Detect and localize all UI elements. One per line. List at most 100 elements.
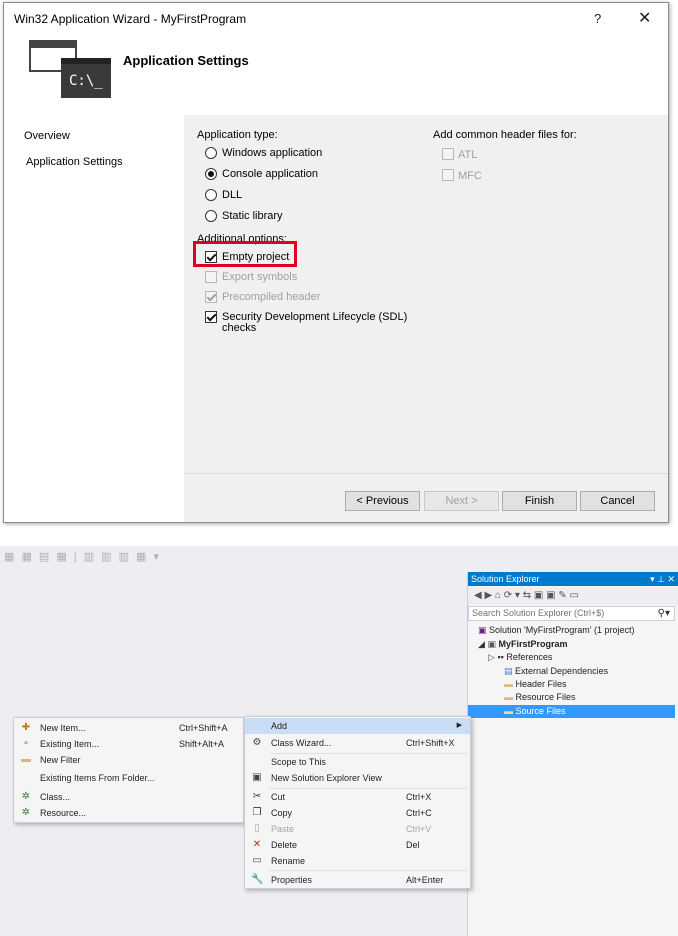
menu-item-add-label: Add: [271, 721, 288, 731]
menu-item-scope-to-this[interactable]: Scope to This: [245, 754, 470, 770]
tree-selection: [468, 705, 675, 718]
checkbox-sdl-checks[interactable]: [205, 311, 217, 323]
pane-controls-icon[interactable]: ▾ ⊥ ✕: [650, 572, 675, 586]
delete-icon: ✕: [252, 839, 262, 850]
nav-item-application-settings[interactable]: Application Settings: [26, 156, 123, 168]
class-wizard-icon: ⚙: [252, 737, 262, 748]
help-icon[interactable]: ?: [594, 11, 601, 26]
solution-search-input[interactable]: Search Solution Explorer (Ctrl+$) ⚲▾: [468, 606, 675, 621]
menu-item-class-wizard-label: Class Wizard...: [271, 738, 332, 748]
menu-item-existing-item[interactable]: ▫ Existing Item... Shift+Alt+A: [14, 736, 243, 752]
finish-button[interactable]: Finish: [502, 491, 577, 511]
app-type-label: Application type:: [197, 129, 278, 141]
dependencies-icon: ▤: [504, 666, 513, 676]
menu-item-properties[interactable]: 🔧 Properties Alt+Enter: [245, 872, 470, 888]
menu-item-properties-label: Properties: [271, 875, 313, 885]
menu-item-new-item[interactable]: ✚ New Item... Ctrl+Shift+A: [14, 720, 243, 736]
menu-item-delete[interactable]: ✕ Delete Del: [245, 837, 470, 853]
existing-item-icon: ▫: [24, 738, 28, 749]
menu-item-new-filter[interactable]: ▬ New Filter: [14, 752, 243, 768]
menu-item-paste-label: Paste: [271, 824, 295, 834]
solution-explorer-toolbar[interactable]: ◀ ▶ ⌂ ⟳ ▾ ⇆ ▣ ▣ ✎ ▭: [468, 587, 678, 605]
menu-item-scope-to-this-label: Scope to This: [271, 757, 326, 767]
radio-dll-label[interactable]: DLL: [222, 189, 242, 201]
menu-item-paste: ▯ Paste Ctrl+V: [245, 821, 470, 837]
menu-item-rename[interactable]: ▭ Rename: [245, 853, 470, 869]
tree-item-project[interactable]: ◢ ▣ MyFirstProgram: [478, 639, 568, 650]
menu-item-rename-label: Rename: [271, 856, 306, 866]
nav-item-overview[interactable]: Overview: [24, 130, 70, 142]
menu-item-cut-shortcut: Ctrl+X: [406, 792, 432, 802]
filter-folder-icon: ▬: [21, 754, 31, 765]
footer-divider: [184, 473, 668, 474]
page-title: Application Settings: [123, 53, 249, 68]
radio-windows-application-label[interactable]: Windows application: [222, 147, 322, 159]
close-icon[interactable]: ✕: [638, 8, 651, 28]
tree-item-references-label: References: [506, 652, 553, 662]
tree-item-project-label: MyFirstProgram: [498, 639, 568, 649]
menu-item-new-solution-explorer-view[interactable]: ▣ New Solution Explorer View: [245, 770, 470, 786]
checkbox-atl-label: ATL: [458, 149, 478, 161]
menu-item-cut-label: Cut: [271, 792, 286, 802]
menu-item-resource[interactable]: ✲ Resource...: [14, 805, 243, 821]
next-button: Next >: [424, 491, 499, 511]
menu-item-copy[interactable]: ❐ Copy Ctrl+C: [245, 805, 470, 821]
radio-static-library[interactable]: [205, 210, 217, 222]
expanded-arrow-icon[interactable]: ◢: [478, 639, 485, 649]
tree-item-header-files[interactable]: ▬ Header Files: [504, 679, 567, 689]
radio-static-library-label[interactable]: Static library: [222, 210, 283, 222]
references-icon: ▪▪: [497, 652, 504, 662]
solution-explorer: Solution Explorer ▾ ⊥ ✕ ◀ ▶ ⌂ ⟳ ▾ ⇆ ▣ ▣ …: [467, 572, 678, 936]
search-icon[interactable]: ⚲▾: [658, 607, 670, 620]
checkbox-export-symbols-label: Export symbols: [222, 271, 298, 283]
checkbox-sdl-checks-label-line2[interactable]: checks: [222, 322, 256, 334]
cancel-button[interactable]: Cancel: [580, 491, 655, 511]
tree-item-references[interactable]: ▷ ▪▪ References: [488, 652, 552, 663]
collapsed-arrow-icon[interactable]: ▷: [488, 652, 495, 662]
tree-item-external-dependencies[interactable]: ▤ External Dependencies: [504, 666, 608, 677]
wizard-dialog: Win32 Application Wizard - MyFirstProgra…: [3, 2, 669, 523]
menu-item-new-filter-label: New Filter: [40, 755, 81, 765]
tree-item-solution[interactable]: ▣ Solution 'MyFirstProgram' (1 project): [478, 625, 635, 636]
tree-item-solution-label: Solution 'MyFirstProgram' (1 project): [489, 625, 635, 635]
menu-item-class-wizard[interactable]: ⚙ Class Wizard... Ctrl+Shift+X: [245, 735, 470, 751]
menu-item-new-item-label: New Item...: [40, 723, 86, 733]
radio-dll[interactable]: [205, 189, 217, 201]
menu-item-paste-shortcut: Ctrl+V: [406, 824, 432, 834]
console-prompt-text: C:\_: [69, 73, 103, 89]
previous-button[interactable]: < Previous: [345, 491, 420, 511]
menu-item-add[interactable]: Add ▶: [245, 718, 470, 734]
folder-icon: ▬: [504, 692, 513, 702]
menu-item-cut[interactable]: ✂ Cut Ctrl+X: [245, 789, 470, 805]
dialog-title: Win32 Application Wizard - MyFirstProgra…: [14, 12, 247, 26]
checkbox-mfc: [442, 169, 454, 181]
checkbox-mfc-label: MFC: [458, 170, 482, 182]
menu-item-class[interactable]: ✲ Class...: [14, 789, 243, 805]
radio-console-application[interactable]: [205, 168, 217, 180]
menu-item-existing-items-from-folder[interactable]: Existing Items From Folder...: [14, 770, 243, 786]
resource-icon: ✲: [21, 807, 31, 818]
submenu-arrow-icon: ▶: [456, 722, 462, 729]
tree-item-source-files[interactable]: ▬ Source Files: [504, 706, 566, 716]
menu-item-copy-shortcut: Ctrl+C: [406, 808, 432, 818]
menu-item-copy-label: Copy: [271, 808, 293, 818]
menu-item-delete-shortcut: Del: [406, 840, 420, 850]
wizard-body: Overview Application Settings Applicatio…: [4, 115, 668, 522]
add-submenu: ✚ New Item... Ctrl+Shift+A ▫ Existing It…: [13, 717, 244, 823]
context-menu: Add ▶ ⚙ Class Wizard... Ctrl+Shift+X Sco…: [244, 716, 471, 889]
tree-item-external-dependencies-label: External Dependencies: [515, 666, 609, 676]
radio-windows-application[interactable]: [205, 147, 217, 159]
tree-item-resource-files[interactable]: ▬ Resource Files: [504, 692, 576, 702]
menu-item-resource-label: Resource...: [40, 808, 87, 818]
folder-icon: ▬: [504, 706, 513, 716]
menu-item-properties-shortcut: Alt+Enter: [406, 875, 444, 885]
vs-workspace: ▦ ▦ ▤ ▦ | ▥ ▥ ▥ ▦ ▾ Solution Explorer ▾ …: [0, 546, 678, 936]
menu-item-new-solution-explorer-view-label: New Solution Explorer View: [271, 773, 382, 783]
checkbox-atl: [442, 148, 454, 160]
solution-explorer-title: Solution Explorer ▾ ⊥ ✕: [468, 572, 678, 586]
toolbar-icons: ▦ ▦ ▤ ▦ | ▥ ▥ ▥ ▦ ▾: [4, 551, 162, 563]
copy-icon: ❐: [252, 807, 262, 818]
radio-console-application-label[interactable]: Console application: [222, 168, 318, 180]
checkbox-export-symbols: [205, 271, 217, 283]
folder-icon: ▬: [504, 679, 513, 689]
